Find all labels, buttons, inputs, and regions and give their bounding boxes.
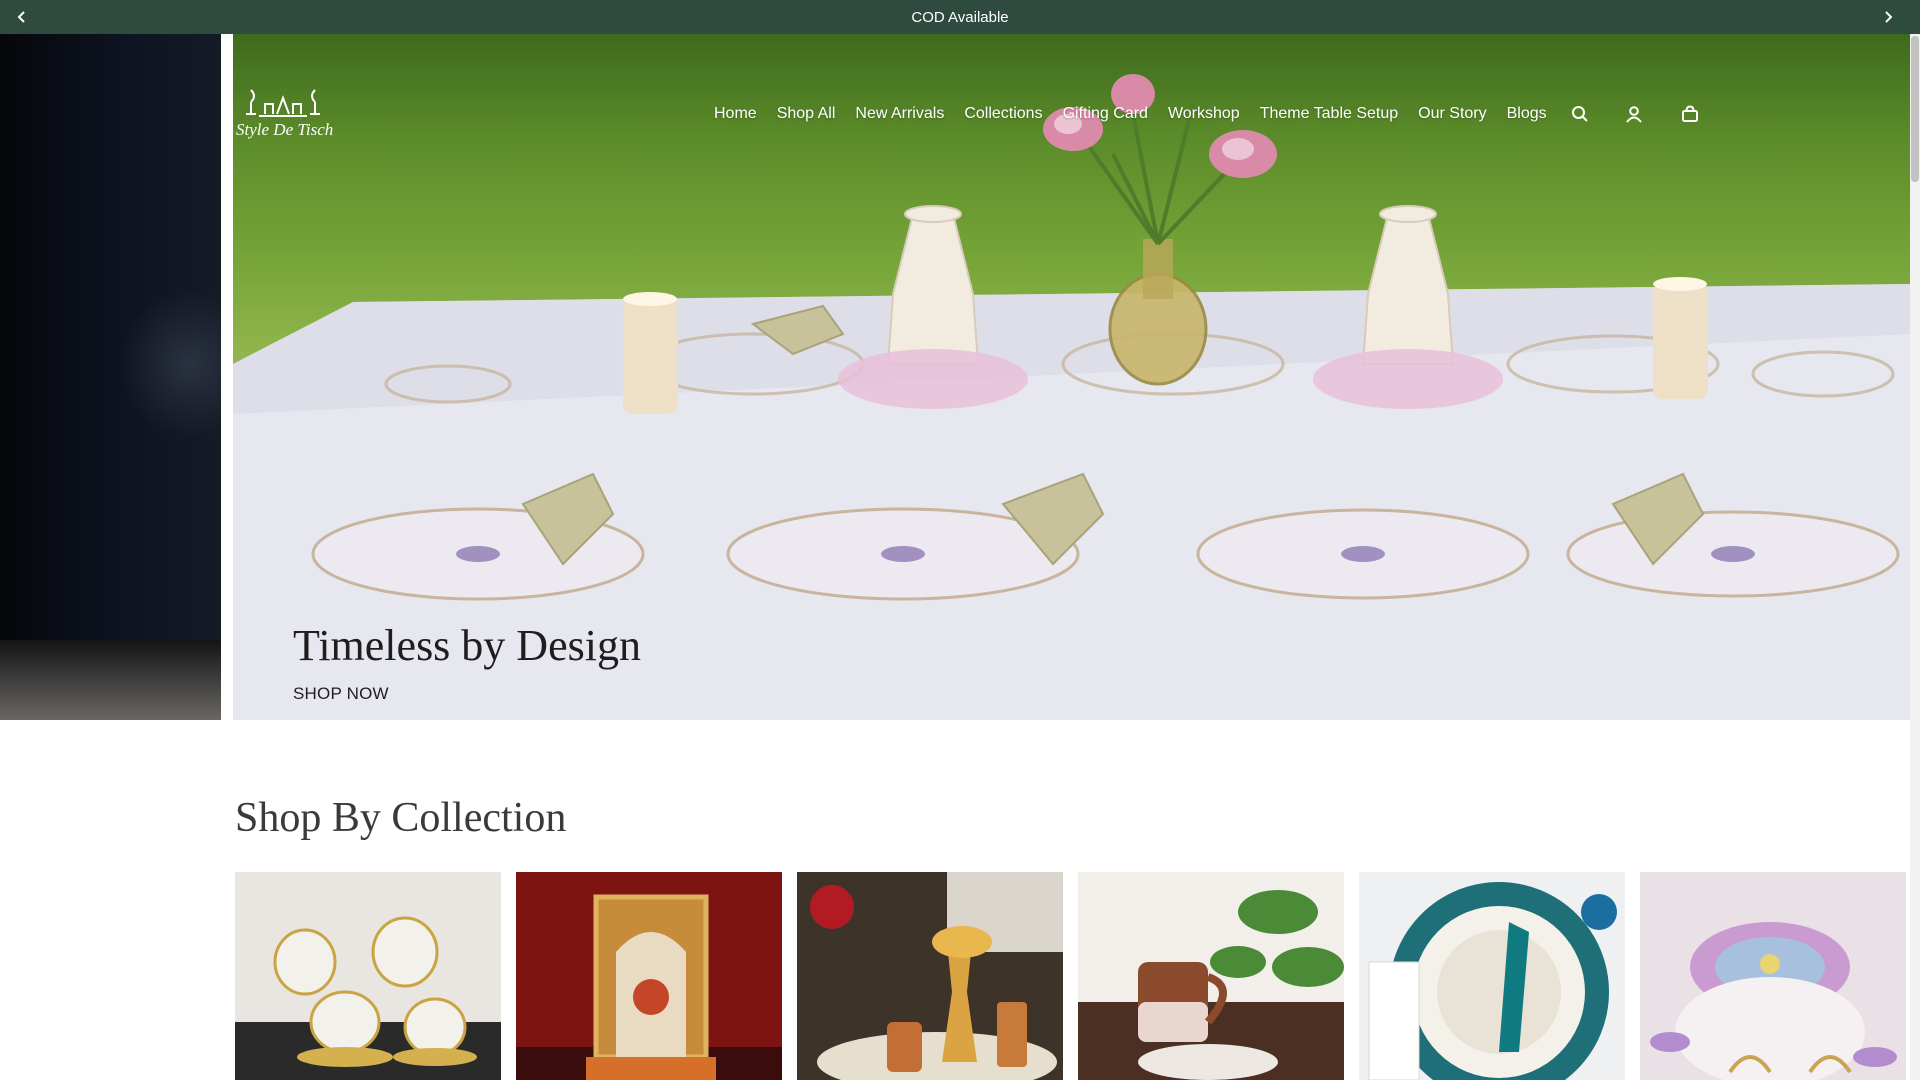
- collection-card-tea-set[interactable]: [235, 872, 501, 1080]
- hero-title: Timeless by Design: [293, 621, 641, 670]
- nav-our-story[interactable]: Our Story: [1418, 105, 1486, 123]
- nav-blogs[interactable]: Blogs: [1507, 105, 1547, 123]
- scrollbar-track[interactable]: [1910, 34, 1920, 1080]
- collection-card-table-setting[interactable]: [1359, 872, 1625, 1080]
- collection-card-mug[interactable]: [1078, 872, 1344, 1080]
- nav-shop-all[interactable]: Shop All: [777, 105, 836, 123]
- collection-card-floral-bowl[interactable]: [1640, 872, 1906, 1080]
- nav-new-arrivals[interactable]: New Arrivals: [855, 105, 944, 123]
- cart-icon[interactable]: [1679, 103, 1701, 125]
- chevron-left-icon[interactable]: [2, 0, 42, 34]
- slide-decoration: [0, 640, 221, 720]
- shop-now-link[interactable]: SHOP NOW: [293, 684, 389, 704]
- nav-home[interactable]: Home: [714, 105, 757, 123]
- collection-grid: [235, 872, 1910, 1080]
- previous-slide-peek[interactable]: [0, 34, 261, 720]
- section-title: Shop By Collection: [235, 795, 567, 841]
- logo-icon: [246, 89, 320, 117]
- announcement-bar: COD Available: [0, 0, 1920, 34]
- site-logo[interactable]: Style De Tisch: [233, 86, 343, 146]
- nav-gifting-card[interactable]: Gifting Card: [1063, 105, 1148, 123]
- main-navigation: Home Shop All New Arrivals Collections G…: [714, 100, 1701, 128]
- collection-card-brass-decor[interactable]: [797, 872, 1063, 1080]
- chevron-right-icon[interactable]: [1868, 0, 1908, 34]
- announcement-text: COD Available: [911, 8, 1009, 26]
- nav-collections[interactable]: Collections: [964, 105, 1042, 123]
- logo-text: Style De Tisch: [236, 120, 334, 139]
- hero-image: [233, 34, 1910, 720]
- scrollbar-thumb[interactable]: [1911, 36, 1919, 182]
- hero-slideshow: Style De Tisch Home Shop All New Arrival…: [0, 34, 1910, 720]
- search-icon[interactable]: [1569, 103, 1591, 125]
- collection-card-frame[interactable]: [516, 872, 782, 1080]
- nav-theme-table-setup[interactable]: Theme Table Setup: [1260, 105, 1398, 123]
- table-scene-illustration: [233, 74, 1910, 720]
- account-icon[interactable]: [1623, 103, 1645, 125]
- nav-workshop[interactable]: Workshop: [1168, 105, 1240, 123]
